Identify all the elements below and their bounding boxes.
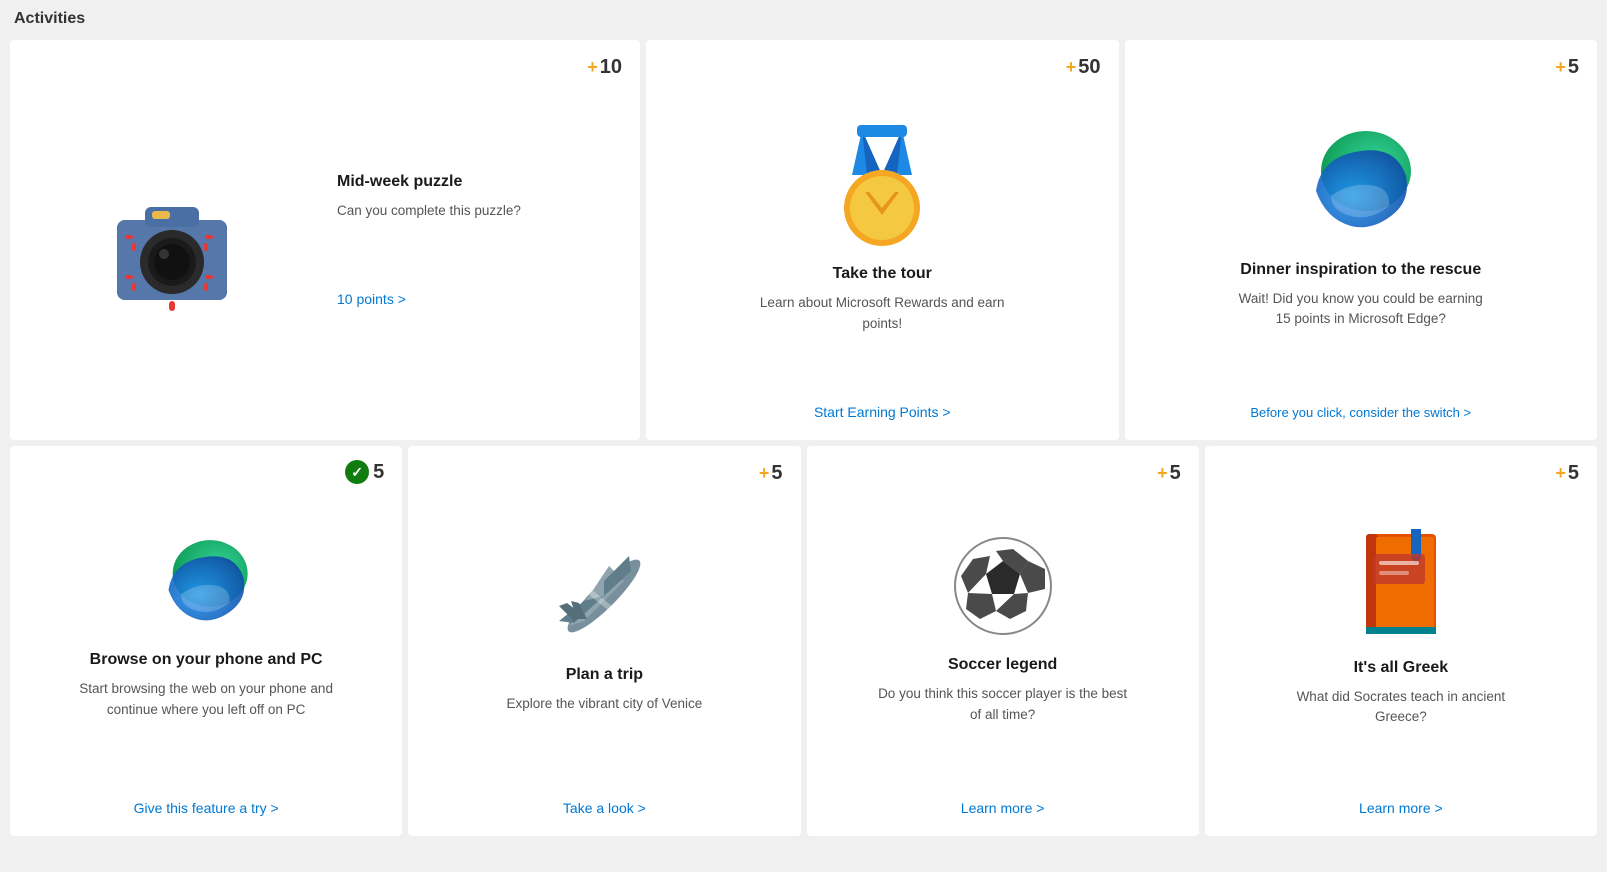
browse-card: ✓ 5 bbox=[10, 446, 402, 836]
edge-icon bbox=[1301, 126, 1421, 251]
tour-desc: Learn about Microsoft Rewards and earn p… bbox=[752, 293, 1012, 334]
dinner-title: Dinner inspiration to the rescue bbox=[1240, 261, 1481, 279]
puzzle-link[interactable]: 10 points > bbox=[337, 281, 406, 307]
trip-points: + 5 bbox=[759, 462, 783, 485]
browse-link[interactable]: Give this feature a try > bbox=[134, 790, 279, 816]
browse-title: Browse on your phone and PC bbox=[90, 651, 323, 669]
puzzle-content: Mid-week puzzle Can you complete this pu… bbox=[337, 173, 620, 307]
greek-link[interactable]: Learn more > bbox=[1359, 790, 1443, 816]
trip-body: Plan a trip Explore the vibrant city of … bbox=[506, 466, 702, 790]
camera-icon bbox=[30, 165, 313, 315]
dinner-body: Dinner inspiration to the rescue Wait! D… bbox=[1231, 60, 1491, 395]
medal-icon bbox=[827, 120, 937, 255]
edge-small-icon bbox=[156, 536, 256, 641]
puzzle-desc: Can you complete this puzzle? bbox=[337, 201, 521, 221]
tour-points: + 50 bbox=[1066, 56, 1101, 79]
tour-title: Take the tour bbox=[833, 265, 932, 283]
soccer-desc: Do you think this soccer player is the b… bbox=[873, 684, 1133, 725]
puzzle-points: + 10 bbox=[587, 56, 622, 79]
tour-card: + 50 bbox=[646, 40, 1119, 440]
book-icon bbox=[1351, 529, 1451, 649]
soccer-title: Soccer legend bbox=[948, 656, 1057, 674]
soccer-body: Soccer legend Do you think this soccer p… bbox=[873, 466, 1133, 790]
greek-points: + 5 bbox=[1555, 462, 1579, 485]
browse-body: Browse on your phone and PC Start browsi… bbox=[76, 466, 336, 790]
browse-desc: Start browsing the web on your phone and… bbox=[76, 679, 336, 720]
tour-body: Take the tour Learn about Microsoft Rewa… bbox=[752, 60, 1012, 394]
trip-card: + 5 bbox=[408, 446, 800, 836]
soccer-icon bbox=[948, 531, 1058, 646]
trip-desc: Explore the vibrant city of Venice bbox=[506, 694, 702, 714]
greek-card: + 5 bbox=[1205, 446, 1597, 836]
greek-body: It's all Greek What did Socrates teach i… bbox=[1271, 466, 1531, 790]
dinner-points: + 5 bbox=[1555, 56, 1579, 79]
greek-desc: What did Socrates teach in ancient Greec… bbox=[1271, 687, 1531, 728]
dinner-desc: Wait! Did you know you could be earning … bbox=[1231, 289, 1491, 330]
airplane-icon bbox=[549, 541, 659, 656]
browse-badge: ✓ 5 bbox=[345, 460, 384, 484]
puzzle-card: + 10 bbox=[10, 40, 640, 440]
tour-link[interactable]: Start Earning Points > bbox=[814, 394, 951, 420]
puzzle-title: Mid-week puzzle bbox=[337, 173, 462, 191]
trip-title: Plan a trip bbox=[566, 666, 643, 684]
page-title: Activities bbox=[10, 10, 1597, 28]
greek-title: It's all Greek bbox=[1354, 659, 1449, 677]
dinner-card: + 5 bbox=[1125, 40, 1598, 440]
dinner-link[interactable]: Before you click, consider the switch > bbox=[1250, 395, 1471, 420]
trip-link[interactable]: Take a look > bbox=[563, 790, 646, 816]
checkmark-icon: ✓ bbox=[345, 460, 369, 484]
soccer-link[interactable]: Learn more > bbox=[961, 790, 1045, 816]
soccer-points: + 5 bbox=[1157, 462, 1181, 485]
soccer-card: + 5 Soccer legend Do yo bbox=[807, 446, 1199, 836]
